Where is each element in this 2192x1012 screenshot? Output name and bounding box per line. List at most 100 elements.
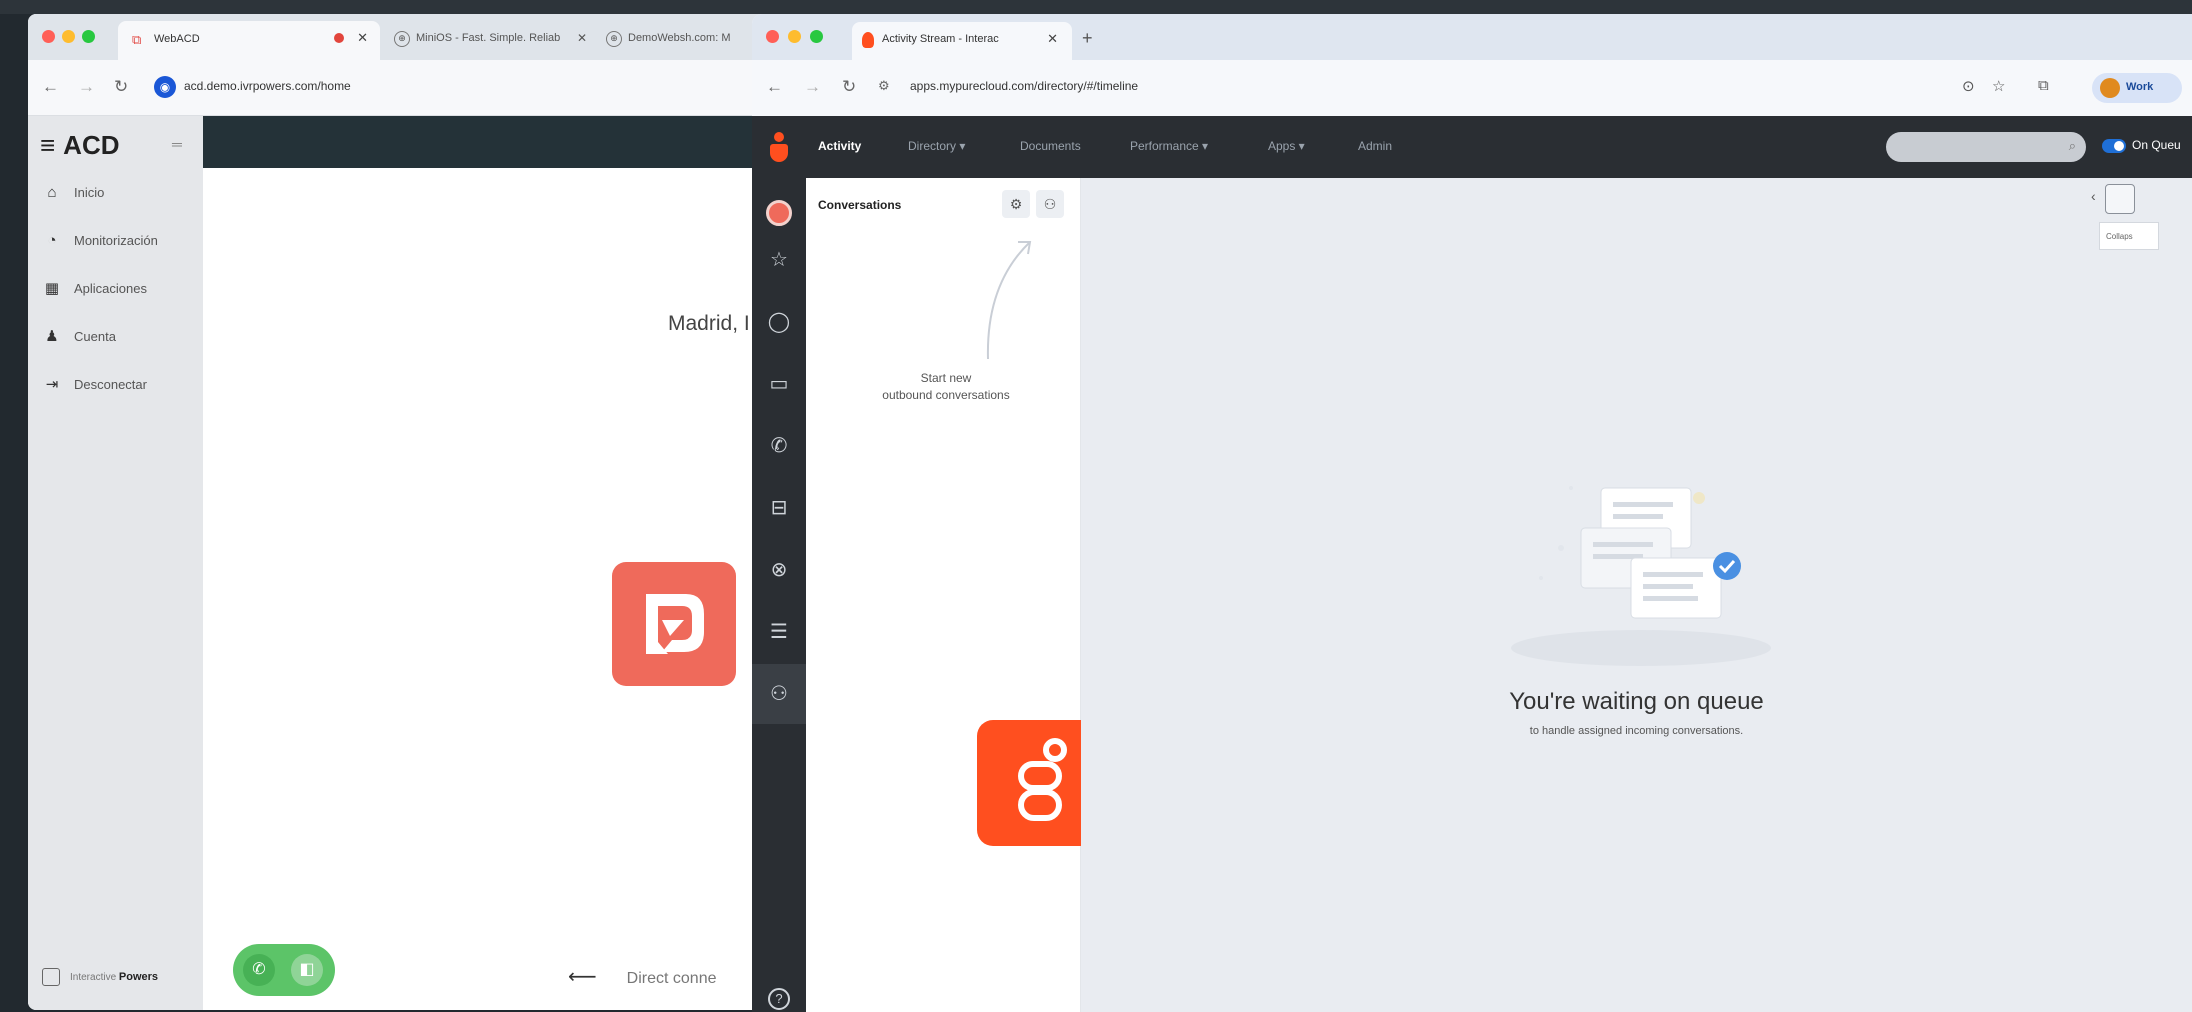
tab-activity-stream[interactable]: Activity Stream - Interac ✕ (852, 22, 1072, 60)
inbox-icon[interactable]: ⊟ (752, 488, 806, 528)
acd-sidebar: ≡ ACD ═ ⌂ Inicio ◔ Monitorización ▦ Aplic… (28, 116, 203, 1010)
close-window-button[interactable] (42, 30, 55, 43)
reload-icon[interactable]: ↻ (114, 77, 128, 97)
collapse-tooltip: Collaps (2099, 222, 2159, 250)
back-arrow-icon[interactable]: ← (42, 77, 59, 97)
sidebar-item-monitorizacion[interactable]: ◔ Monitorización (42, 230, 157, 252)
hamburger-menu-icon[interactable]: ≡ (40, 130, 55, 160)
ivrpowers-logo-icon (42, 968, 60, 986)
waiting-on-queue-subtitle: to handle assigned incoming conversation… (1529, 725, 1744, 737)
empty-queue-illustration (1511, 486, 1771, 666)
left-icon-rail: ☆ ◯ ▭ ✆ ⊟ ⊗ ☰ ⚇ ? (752, 178, 806, 1012)
site-settings-icon[interactable]: ⚙ (878, 78, 890, 94)
trend-chart-icon[interactable] (2105, 184, 2135, 214)
chat-icon[interactable]: ◧ (291, 954, 323, 986)
location-icon[interactable]: ⊙ (1962, 77, 1975, 95)
address-bar: ← → ↻ ⚙ apps.mypurecloud.com/directory/#… (752, 60, 2192, 116)
apps-icon: ▦ (44, 280, 60, 297)
back-arrow-icon[interactable]: ← (766, 77, 783, 97)
video-icon[interactable]: ▭ (752, 364, 806, 404)
genesys-top-nav: Activity Directory ▾ Documents Performan… (752, 116, 2192, 178)
tab-title: MiniOS - Fast. Simple. Reliab (416, 32, 561, 44)
list-icon[interactable]: ☰ (752, 612, 806, 652)
profile-chip[interactable]: Work (2092, 73, 2182, 103)
left-arrow-icon: ⟵ (568, 966, 597, 988)
nav-performance[interactable]: Performance ▾ (1130, 139, 1208, 153)
minimize-window-button[interactable] (62, 30, 75, 43)
tab-bar: ⧉ WebACD ✕ ⊕ MiniOS - Fast. Simple. Reli… (28, 14, 768, 60)
tab-bar: Activity Stream - Interac ✕ + (752, 14, 2192, 60)
bookmark-star-icon[interactable]: ☆ (1992, 77, 2005, 95)
tab-webacd[interactable]: ⧉ WebACD ✕ (118, 21, 380, 60)
globe-icon: ⊕ (394, 31, 410, 47)
ivrpowers-logo-icon (646, 594, 704, 654)
genesys-favicon-icon (862, 32, 874, 48)
webacd-browser-window: ⧉ WebACD ✕ ⊕ MiniOS - Fast. Simple. Reli… (28, 14, 768, 1010)
forward-arrow-icon[interactable]: → (78, 77, 95, 97)
nav-admin[interactable]: Admin (1358, 139, 1392, 153)
start-conversation-hint: Start new outbound conversations (882, 371, 1010, 402)
maximize-window-button[interactable] (810, 30, 823, 43)
location-text: Madrid, I (668, 312, 750, 335)
new-conversation-icon[interactable]: ⚇ (1036, 190, 1064, 218)
on-queue-toggle[interactable]: On Queu (2102, 138, 2181, 153)
tab-demowebsh[interactable]: ⊕ DemoWebsh.com: M (600, 26, 768, 52)
sidebar-item-desconectar[interactable]: ⇥ Desconectar (42, 374, 147, 396)
url-field[interactable]: apps.mypurecloud.com/directory/#/timelin… (910, 79, 1138, 93)
phone-icon[interactable]: ✆ (752, 426, 806, 466)
user-icon: ♟ (45, 328, 59, 345)
nav-directory[interactable]: Directory ▾ (908, 139, 965, 153)
site-info-icon[interactable]: ◉ (154, 76, 176, 98)
activity-main-area: ‹ Collaps You're waiting on queue to han… (1081, 178, 2192, 1012)
support-icon[interactable]: ⊗ (752, 550, 806, 590)
url-field[interactable]: acd.demo.ivrpowers.com/home (184, 79, 351, 93)
close-window-button[interactable] (766, 30, 779, 43)
conversations-panel: Conversations ⚙ ⚇ Start new outbound con… (806, 178, 1103, 1012)
extensions-icon[interactable]: ⧉ (2038, 77, 2049, 94)
tab-minios[interactable]: ⊕ MiniOS - Fast. Simple. Reliab ✕ (388, 26, 593, 52)
toggle-switch[interactable] (2102, 139, 2126, 153)
genesys-browser-window: Activity Stream - Interac ✕ + ← → ↻ ⚙ ap… (752, 14, 2192, 1012)
recording-indicator-icon (334, 33, 344, 43)
genesys-logo-icon[interactable] (770, 132, 788, 162)
search-input[interactable]: ⌕ (1886, 132, 2086, 162)
sidebar-item-aplicaciones[interactable]: ▦ Aplicaciones (42, 278, 147, 300)
logout-icon: ⇥ (45, 376, 59, 393)
phone-icon[interactable]: ✆ (243, 954, 275, 986)
close-tab-icon[interactable]: ✕ (1047, 31, 1058, 47)
acd-header-bar (203, 116, 768, 168)
tab-title: Activity Stream - Interac (882, 33, 999, 45)
search-icon: ⌕ (2068, 138, 2076, 153)
maximize-window-button[interactable] (82, 30, 95, 43)
home-icon: ⌂ (47, 184, 57, 201)
address-bar: ← → ↻ ◉ acd.demo.ivrpowers.com/home (28, 60, 768, 116)
dashboard-icon: ◔ (47, 232, 57, 249)
chevron-left-icon[interactable]: ‹ (2091, 188, 2096, 204)
help-icon[interactable]: ? (768, 988, 790, 1010)
tab-title: WebACD (154, 33, 200, 45)
nav-apps[interactable]: Apps ▾ (1268, 139, 1305, 153)
conversations-icon[interactable]: ⚇ (752, 664, 806, 724)
reload-icon[interactable]: ↻ (842, 77, 856, 97)
close-tab-icon[interactable]: ✕ (577, 31, 587, 45)
softphone-toggle[interactable]: ✆ ◧ (233, 944, 335, 996)
globe-icon: ⊕ (606, 31, 622, 47)
avatar[interactable] (766, 200, 792, 226)
sidebar-item-cuenta[interactable]: ♟ Cuenta (42, 326, 116, 348)
favorites-star-icon[interactable]: ☆ (752, 240, 806, 280)
settings-gear-icon[interactable]: ⚙ (1002, 190, 1030, 218)
minimize-window-button[interactable] (788, 30, 801, 43)
chat-bubble-icon[interactable]: ◯ (752, 302, 806, 342)
conversations-title: Conversations (818, 198, 902, 212)
nav-documents[interactable]: Documents (1020, 139, 1081, 153)
sidebar-item-inicio[interactable]: ⌂ Inicio (42, 182, 104, 204)
acd-brand[interactable]: ≡ ACD (40, 130, 120, 161)
forward-arrow-icon[interactable]: → (804, 77, 821, 97)
nav-activity[interactable]: Activity (818, 139, 861, 153)
new-tab-icon[interactable]: + (1082, 28, 1093, 49)
webacd-favicon-icon: ⧉ (132, 32, 142, 47)
collapse-sidebar-icon[interactable]: ═ (172, 136, 182, 152)
tab-title: DemoWebsh.com: M (628, 32, 731, 44)
avatar (2100, 78, 2120, 98)
close-tab-icon[interactable]: ✕ (357, 30, 368, 46)
